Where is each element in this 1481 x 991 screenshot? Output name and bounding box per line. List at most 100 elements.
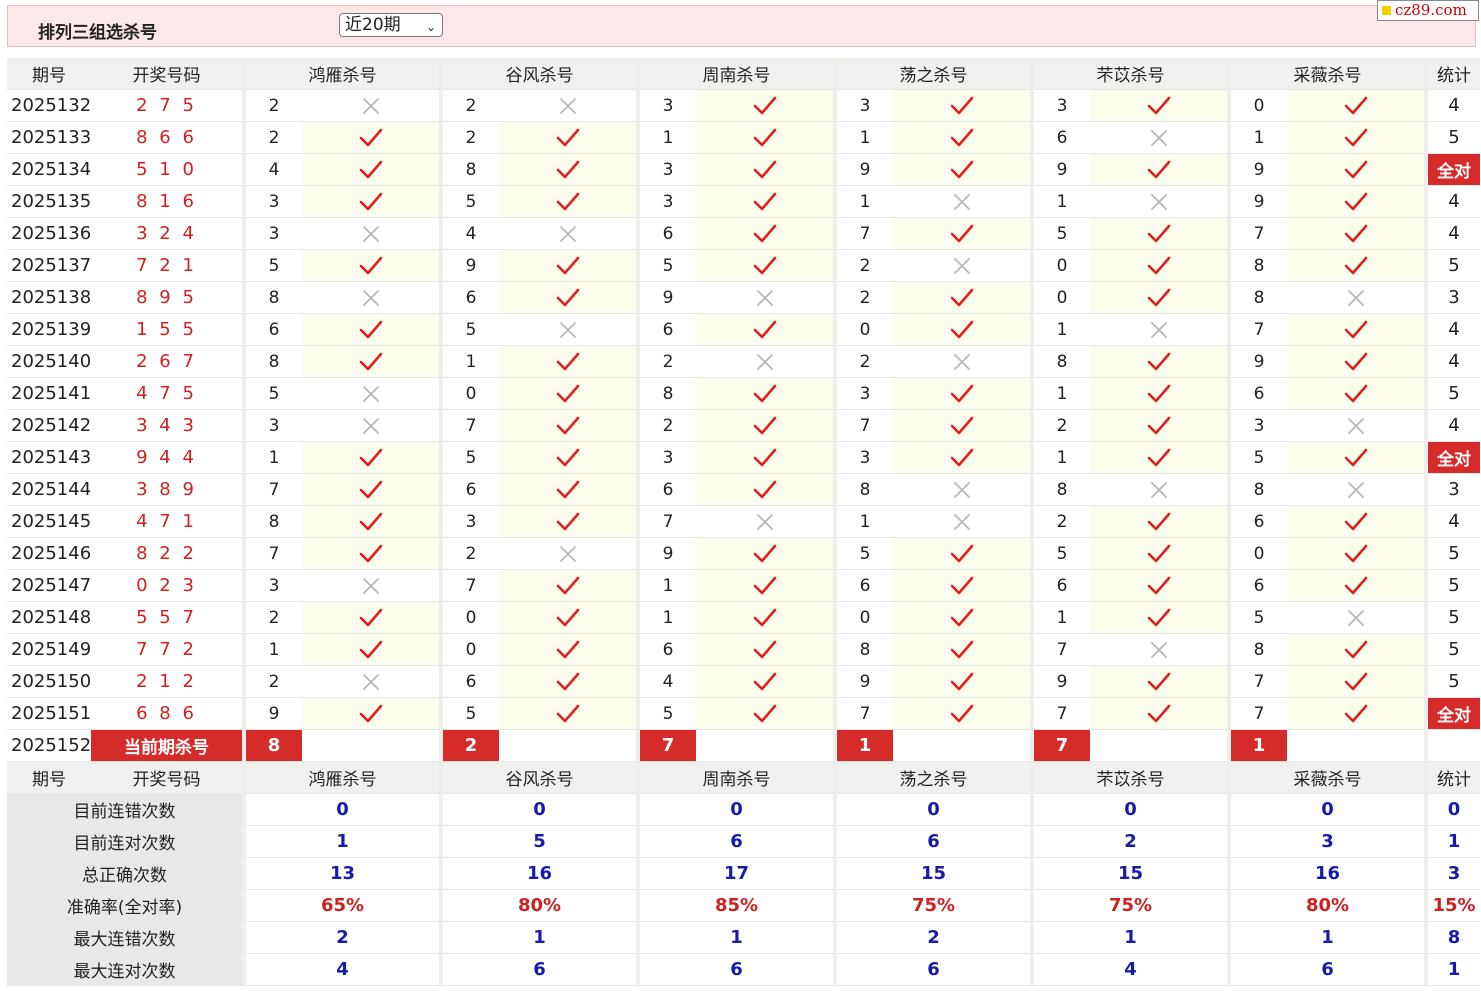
- table-row: 2025142 3 4 33727234: [7, 410, 1480, 442]
- check-icon: [359, 448, 383, 468]
- kill-number-cell: 5: [443, 186, 499, 218]
- cross-icon: [756, 289, 774, 307]
- result-correct-cell: [302, 474, 443, 506]
- stats-value: 6: [1231, 954, 1428, 986]
- result-correct-cell: [1090, 90, 1231, 122]
- result-correct-cell: [1090, 698, 1231, 730]
- check-icon: [1344, 672, 1368, 692]
- kill-number-cell: 2: [837, 346, 893, 378]
- check-icon: [1147, 352, 1171, 372]
- stats-value: 2: [1034, 826, 1231, 858]
- current-kill-number: 8: [246, 730, 302, 762]
- result-correct-cell: [302, 634, 443, 666]
- draw-number-cell: 2 6 7: [91, 346, 246, 378]
- result-wrong-cell: [499, 538, 640, 570]
- row-stat-cell: 5: [1428, 602, 1480, 634]
- period-cell: 2025150: [7, 666, 91, 698]
- table-row: 2025145 4 7 18 3 7 1 2 6 4: [7, 506, 1480, 538]
- result-correct-cell: [696, 538, 837, 570]
- draw-number-cell: 5 5 7: [91, 602, 246, 634]
- kill-number-cell: 8: [640, 378, 696, 410]
- row-stat-cell: 4: [1428, 346, 1480, 378]
- draw-number-cell: 8 6 6: [91, 122, 246, 154]
- result-wrong-cell: [1090, 634, 1231, 666]
- check-icon: [753, 640, 777, 660]
- stats-value: 17: [640, 858, 837, 890]
- check-icon: [359, 640, 383, 660]
- result-correct-cell: [1090, 282, 1231, 314]
- check-icon: [753, 160, 777, 180]
- period-range-select[interactable]: 近20期 ⌄: [339, 13, 443, 37]
- kill-number-cell: 2: [640, 410, 696, 442]
- stats-value: 5: [443, 826, 640, 858]
- kill-number-cell: 2: [837, 282, 893, 314]
- header-expert-2: 周南杀号: [640, 58, 837, 90]
- check-icon: [1344, 224, 1368, 244]
- table-row: 2025151 6 8 6 9 5 5 7 7 7 全对: [7, 698, 1480, 730]
- header-expert-4: 芣苡杀号: [1034, 58, 1231, 90]
- kill-number-cell: 6: [443, 666, 499, 698]
- result-correct-cell: [893, 314, 1034, 346]
- result-wrong-cell: [1090, 186, 1231, 218]
- kill-number-cell: 5: [1231, 602, 1287, 634]
- check-icon: [753, 96, 777, 116]
- check-icon: [556, 640, 580, 660]
- cross-icon: [953, 353, 971, 371]
- check-icon: [1344, 160, 1368, 180]
- check-icon: [753, 256, 777, 276]
- result-correct-cell: [499, 378, 640, 410]
- check-icon: [753, 544, 777, 564]
- period-cell: 2025137: [7, 250, 91, 282]
- result-correct-cell: [696, 442, 837, 474]
- result-correct-cell: [893, 538, 1034, 570]
- kill-number-cell: 8: [837, 634, 893, 666]
- site-logo-badge[interactable]: cz89.com: [1377, 0, 1479, 21]
- result-correct-cell: [696, 474, 837, 506]
- result-wrong-cell: [499, 314, 640, 346]
- kill-number-cell: 7: [1231, 218, 1287, 250]
- current-kill-number: 2: [443, 730, 499, 762]
- check-icon: [1344, 256, 1368, 276]
- kill-number-cell: 0: [1034, 250, 1090, 282]
- header-draw: 开奖号码: [91, 762, 246, 794]
- kill-number-cell: 9: [640, 282, 696, 314]
- result-wrong-cell: [1090, 122, 1231, 154]
- kill-number-cell: 5: [640, 698, 696, 730]
- kill-number-cell: 9: [1034, 666, 1090, 698]
- stats-row: 准确率(全对率) 65% 80% 85% 75% 75% 80% 15%: [7, 890, 1480, 922]
- period-cell: 2025140: [7, 346, 91, 378]
- kill-number-cell: 7: [1034, 634, 1090, 666]
- table-row: 2025146 8 2 27 2 9 5 5 0 5: [7, 538, 1480, 570]
- check-icon: [1147, 288, 1171, 308]
- result-correct-cell: [499, 122, 640, 154]
- kill-number-cell: 0: [443, 378, 499, 410]
- result-correct-cell: [696, 634, 837, 666]
- period-range-value: 近20期: [345, 15, 401, 35]
- result-wrong-cell: [499, 218, 640, 250]
- check-icon: [753, 384, 777, 404]
- result-correct-cell: [499, 282, 640, 314]
- check-icon: [359, 256, 383, 276]
- kill-number-cell: 7: [1231, 314, 1287, 346]
- table-row: 2025143 9 4 4 1 5 3 3 1 5 全对: [7, 442, 1480, 474]
- kill-number-cell: 6: [640, 314, 696, 346]
- check-icon: [556, 160, 580, 180]
- draw-number-cell: 2 7 5: [91, 90, 246, 122]
- check-icon: [556, 288, 580, 308]
- result-correct-cell: [696, 378, 837, 410]
- kill-number-cell: 9: [1231, 346, 1287, 378]
- draw-number-cell: 8 9 5: [91, 282, 246, 314]
- result-correct-cell: [696, 218, 837, 250]
- check-icon: [753, 448, 777, 468]
- table-row: 2025138 8 9 58692083: [7, 282, 1480, 314]
- stats-label: 总正确次数: [7, 858, 246, 890]
- check-icon: [950, 704, 974, 724]
- table-row: 2025140 2 6 78122894: [7, 346, 1480, 378]
- row-stat-cell: 4: [1428, 90, 1480, 122]
- kill-number-cell: 6: [837, 570, 893, 602]
- kill-number-cell: 3: [640, 186, 696, 218]
- kill-number-cell: 5: [1034, 218, 1090, 250]
- table-row: 2025147 0 2 33 7 1 6 6 6 5: [7, 570, 1480, 602]
- result-correct-cell: [1090, 218, 1231, 250]
- current-empty-cell: [1287, 730, 1428, 762]
